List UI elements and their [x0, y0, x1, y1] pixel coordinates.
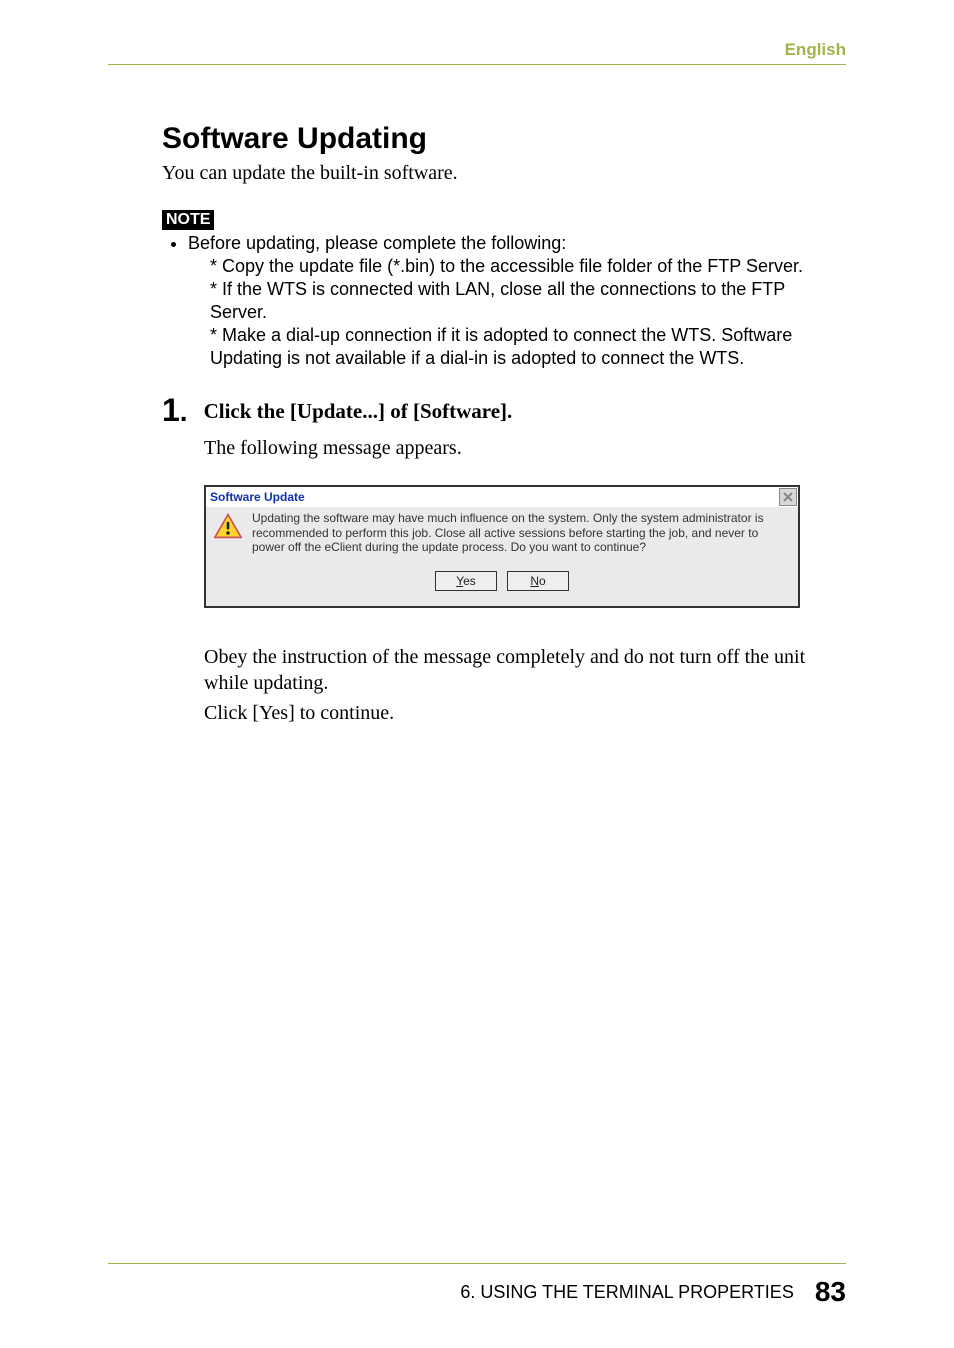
no-button[interactable]: No [507, 571, 569, 591]
page-number: 83 [815, 1276, 846, 1307]
warning-icon [214, 511, 242, 571]
yes-button[interactable]: Yes [435, 571, 497, 591]
step-1-heading: 1. Click the [Update...] of [Software]. [162, 392, 846, 429]
note-sub-1: * If the WTS is connected with LAN, clos… [210, 278, 846, 324]
dialog-titlebar: Software Update [206, 487, 798, 507]
step-number: 1 [162, 392, 180, 428]
header-language: English [785, 40, 846, 60]
step-heading-text: Click the [Update...] of [Software]. [204, 399, 513, 423]
footer-chapter: 6. USING THE TERMINAL PROPERTIES [460, 1282, 793, 1302]
no-rest: o [539, 574, 546, 588]
note-list: Before updating, please complete the fol… [162, 232, 846, 370]
header-rule [108, 64, 846, 65]
dialog-buttons: Yes No [206, 571, 798, 597]
dialog-body: Updating the software may have much infl… [206, 507, 798, 571]
step-following-text: The following message appears. [204, 435, 846, 461]
software-update-dialog: Software Update [204, 485, 800, 608]
close-icon [783, 492, 793, 502]
obey-text: Obey the instruction of the message comp… [204, 644, 846, 696]
note-badge: NOTE [162, 210, 214, 230]
dialog-message: Updating the software may have much infl… [252, 511, 790, 571]
step-1-body: The following message appears. [204, 435, 846, 461]
no-accel: N [530, 574, 539, 588]
section-intro: You can update the built-in software. [162, 162, 846, 185]
body: Software Updating You can update the bui… [162, 122, 846, 726]
note-sub-0: * Copy the update file (*.bin) to the ac… [210, 255, 846, 278]
click-yes-text: Click [Yes] to continue. [204, 700, 846, 726]
section-title: Software Updating [162, 122, 846, 156]
step-1-after: Obey the instruction of the message comp… [204, 644, 846, 726]
close-button[interactable] [779, 488, 797, 506]
note-lead-text: Before updating, please complete the fol… [188, 233, 566, 253]
dialog-screenshot: Software Update [204, 485, 800, 608]
page: English Software Updating You can update… [0, 0, 954, 1348]
step-dot: . [180, 396, 188, 427]
footer: 6. USING THE TERMINAL PROPERTIES 83 [460, 1276, 846, 1308]
note-block: NOTE Before updating, please complete th… [162, 210, 846, 370]
dialog-title: Software Update [210, 490, 305, 504]
footer-rule [108, 1263, 846, 1264]
note-lead: Before updating, please complete the fol… [188, 232, 846, 370]
yes-rest: es [463, 574, 476, 588]
note-sub-2: * Make a dial-up connection if it is ado… [210, 324, 846, 370]
